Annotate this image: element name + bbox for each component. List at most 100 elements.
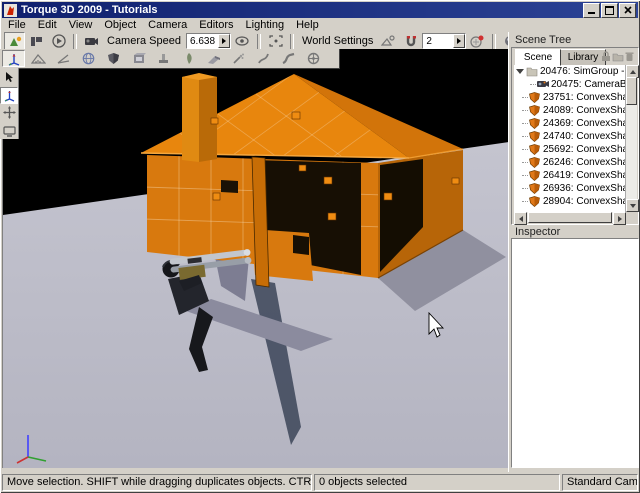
tree-item-label: 24089: ConvexShape — [543, 105, 626, 116]
convex-shield-icon — [529, 105, 541, 116]
tab-scene[interactable]: Scene — [515, 49, 561, 66]
ruler-alert-button[interactable] — [467, 32, 488, 50]
select-arrow-tool[interactable] — [0, 69, 18, 86]
trash-icon[interactable] — [625, 51, 634, 62]
scroll-thumb[interactable] — [626, 77, 637, 105]
tree-item-convexshape[interactable]: 23751: ConvexShape — [514, 91, 625, 104]
lock-icon[interactable] — [601, 51, 611, 62]
material-editor-tool[interactable] — [77, 50, 100, 67]
object-editor-tool[interactable] — [2, 50, 25, 67]
play-button[interactable] — [48, 32, 69, 50]
tab-library[interactable]: Library — [560, 49, 606, 66]
river-editor-tool[interactable] — [252, 50, 275, 67]
scene-editor-button[interactable] — [4, 32, 25, 50]
tree-item-convexshape[interactable]: 26419: ConvexShape — [514, 169, 625, 182]
menu-view[interactable]: View — [63, 18, 99, 32]
convex-shield-icon — [529, 118, 541, 129]
minimize-button[interactable] — [583, 3, 600, 18]
world-settings-label: World Settings — [298, 35, 377, 47]
vehicle-tool[interactable] — [302, 50, 325, 67]
mesh-road-tool[interactable] — [202, 50, 225, 67]
viewport-3d[interactable] — [2, 49, 509, 468]
terrain-editor-tool[interactable] — [27, 50, 50, 67]
menu-editors[interactable]: Editors — [193, 18, 239, 32]
tree-item-convexshape[interactable]: 26246: ConvexShape — [514, 156, 625, 169]
scroll-right-button[interactable] — [613, 212, 626, 225]
tools-palette — [0, 49, 340, 69]
simgroup-folder-icon — [526, 66, 538, 77]
menu-lighting[interactable]: Lighting — [240, 18, 291, 32]
tree-item-convexshape[interactable]: 24089: ConvexShape — [514, 104, 625, 117]
sun-terrain-button[interactable] — [378, 32, 399, 50]
magnet-snap-button[interactable] — [400, 32, 421, 50]
camera-menu-button[interactable] — [81, 32, 102, 50]
scene-tree-header: Scene Tree — [515, 34, 571, 46]
camera-mode: Standard Camera — [562, 474, 638, 491]
tree-item-simgroup[interactable]: 20476: SimGroup - CameraB — [514, 65, 625, 78]
tab-scene-label: Scene — [524, 52, 552, 63]
tree-item-label: 20475: CameraBookmark — [551, 79, 626, 90]
tree-horizontal-scrollbar[interactable] — [514, 212, 626, 223]
menu-edit[interactable]: Edit — [32, 18, 63, 32]
toolbar-separator — [492, 34, 496, 49]
convex-shield-icon — [529, 92, 541, 103]
camera-view-tool[interactable] — [0, 122, 18, 139]
copies-combo[interactable]: 2 — [422, 33, 466, 49]
inspector-panel[interactable] — [511, 238, 639, 468]
road-editor-tool[interactable] — [277, 50, 300, 67]
camera-bookmark-icon — [537, 79, 549, 90]
convex-shield-icon — [529, 131, 541, 142]
menu-help[interactable]: Help — [290, 18, 325, 32]
convex-shield-icon — [529, 183, 541, 194]
convex-shield-icon — [529, 170, 541, 181]
tree-item-camerabookmark[interactable]: 20475: CameraBookmark — [514, 78, 625, 91]
gizmo-palette — [0, 68, 19, 139]
toolbar-separator — [73, 34, 77, 49]
pan-tool[interactable] — [0, 105, 18, 122]
tree-vertical-scrollbar[interactable] — [626, 65, 637, 212]
visibility-button[interactable] — [232, 32, 253, 50]
maximize-button[interactable] — [601, 3, 618, 18]
tree-item-convexshape[interactable]: 25692: ConvexShape — [514, 143, 625, 156]
tree-item-label: 26246: ConvexShape — [543, 157, 626, 168]
tree-item-convexshape[interactable]: 24369: ConvexShape — [514, 117, 625, 130]
decal-editor-tool[interactable] — [152, 50, 175, 67]
folder-icon-toolbar[interactable] — [612, 52, 624, 62]
tree-item-label: 25692: ConvexShape — [543, 144, 626, 155]
tree-item-label: 20476: SimGroup - CameraB — [540, 66, 626, 77]
camera-speed-arrow[interactable] — [218, 34, 230, 48]
terrain-painter-tool[interactable] — [52, 50, 75, 67]
scroll-thumb-horizontal[interactable] — [528, 212, 612, 223]
sketch-tool[interactable] — [102, 50, 125, 67]
gui-editor-button[interactable] — [26, 32, 47, 50]
scroll-down-button[interactable] — [626, 199, 639, 212]
tree-item-convexshape[interactable]: 24740: ConvexShape — [514, 130, 625, 143]
menu-object[interactable]: Object — [98, 18, 142, 32]
status-bar: Move selection. SHIFT while dragging dup… — [2, 474, 638, 491]
scene-tree-list: 20476: SimGroup - CameraB 20475: CameraB… — [514, 65, 626, 212]
scene-tree-panel: Scene Library 20476: SimGroup - CameraB — [511, 47, 639, 225]
scroll-left-button[interactable] — [514, 212, 527, 225]
copies-arrow[interactable] — [453, 34, 465, 48]
tree-item-convexshape[interactable]: 26936: ConvexShape — [514, 182, 625, 195]
expander-icon[interactable] — [516, 69, 524, 74]
scene-canvas — [3, 49, 509, 468]
tree-item-label: 26936: ConvexShape — [543, 183, 626, 194]
status-message: Move selection. SHIFT while dragging dup… — [2, 474, 312, 491]
forest-editor-tool[interactable] — [177, 50, 200, 67]
datablock-editor-tool[interactable] — [127, 50, 150, 67]
camera-speed-value: 6.638 — [187, 36, 218, 47]
menu-file[interactable]: File — [2, 18, 32, 32]
close-button[interactable] — [619, 3, 636, 18]
tree-item-convexshape[interactable]: 28904: ConvexShape — [514, 195, 625, 208]
camera-fit-button[interactable] — [265, 32, 286, 50]
convex-shield-icon — [529, 196, 541, 207]
selection-count: 0 objects selected — [314, 474, 560, 491]
toolbar-separator — [290, 34, 294, 49]
menu-camera[interactable]: Camera — [142, 18, 193, 32]
camera-speed-combo[interactable]: 6.638 — [186, 33, 231, 49]
particle-editor-tool[interactable] — [227, 50, 250, 67]
tab-library-label: Library — [568, 52, 599, 63]
copies-value: 2 — [423, 36, 453, 47]
move-gizmo-tool[interactable] — [0, 87, 18, 104]
